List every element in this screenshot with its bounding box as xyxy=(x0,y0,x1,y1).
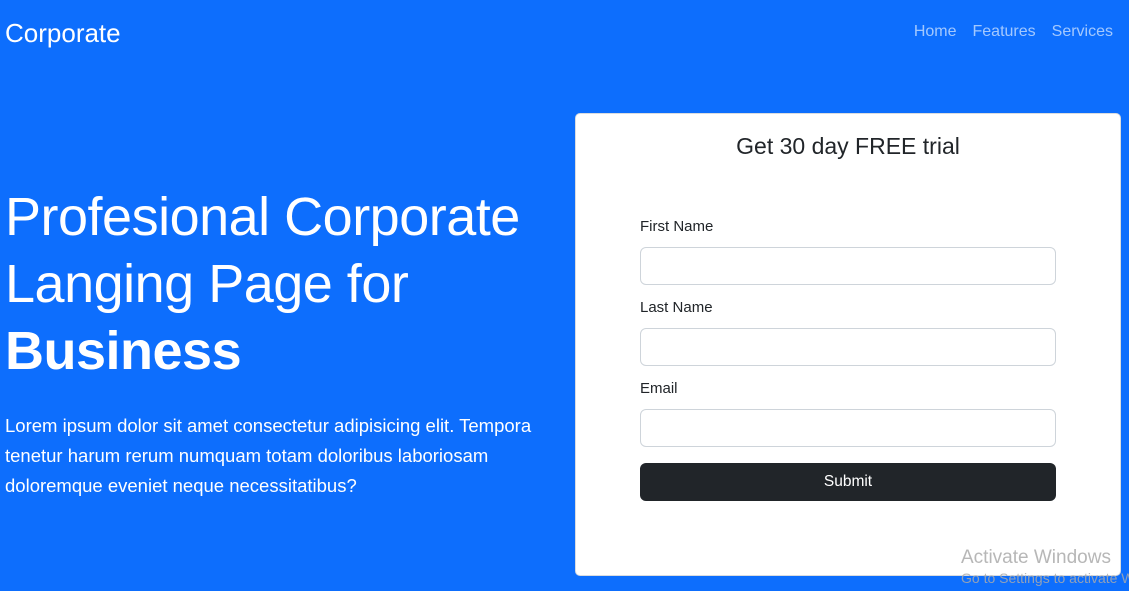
email-group: Email xyxy=(640,380,1056,447)
email-label: Email xyxy=(640,380,678,397)
signup-form: First Name Last Name Email Submit xyxy=(640,218,1056,501)
first-name-label: First Name xyxy=(640,218,714,235)
email-input[interactable] xyxy=(640,409,1056,447)
brand-logo[interactable]: Corporate xyxy=(5,17,121,49)
first-name-input[interactable] xyxy=(640,247,1056,285)
hero-description: Lorem ipsum dolor sit amet consectetur a… xyxy=(5,415,532,496)
hero-title-emphasis: Business xyxy=(5,321,242,381)
nav-link-home[interactable]: Home xyxy=(914,22,957,42)
hero-title-line-1: Profesional Corporate xyxy=(5,187,520,247)
hero-section: Profesional Corporate Langing Page for B… xyxy=(5,184,565,501)
last-name-label: Last Name xyxy=(640,299,713,316)
nav-link-services[interactable]: Services xyxy=(1052,22,1113,42)
navbar: Corporate Home Features Services xyxy=(0,0,1129,66)
signup-card: Get 30 day FREE trial First Name Last Na… xyxy=(575,113,1121,576)
last-name-group: Last Name xyxy=(640,299,1056,366)
signup-card-title: Get 30 day FREE trial xyxy=(736,133,960,159)
hero-title-line-2: Langing Page for xyxy=(5,254,409,314)
nav-links: Home Features Services xyxy=(914,22,1113,42)
first-name-group: First Name xyxy=(640,218,1056,285)
last-name-input[interactable] xyxy=(640,328,1056,366)
nav-link-features[interactable]: Features xyxy=(973,22,1036,42)
hero-title: Profesional Corporate Langing Page for B… xyxy=(5,184,565,385)
submit-button[interactable]: Submit xyxy=(640,463,1056,501)
